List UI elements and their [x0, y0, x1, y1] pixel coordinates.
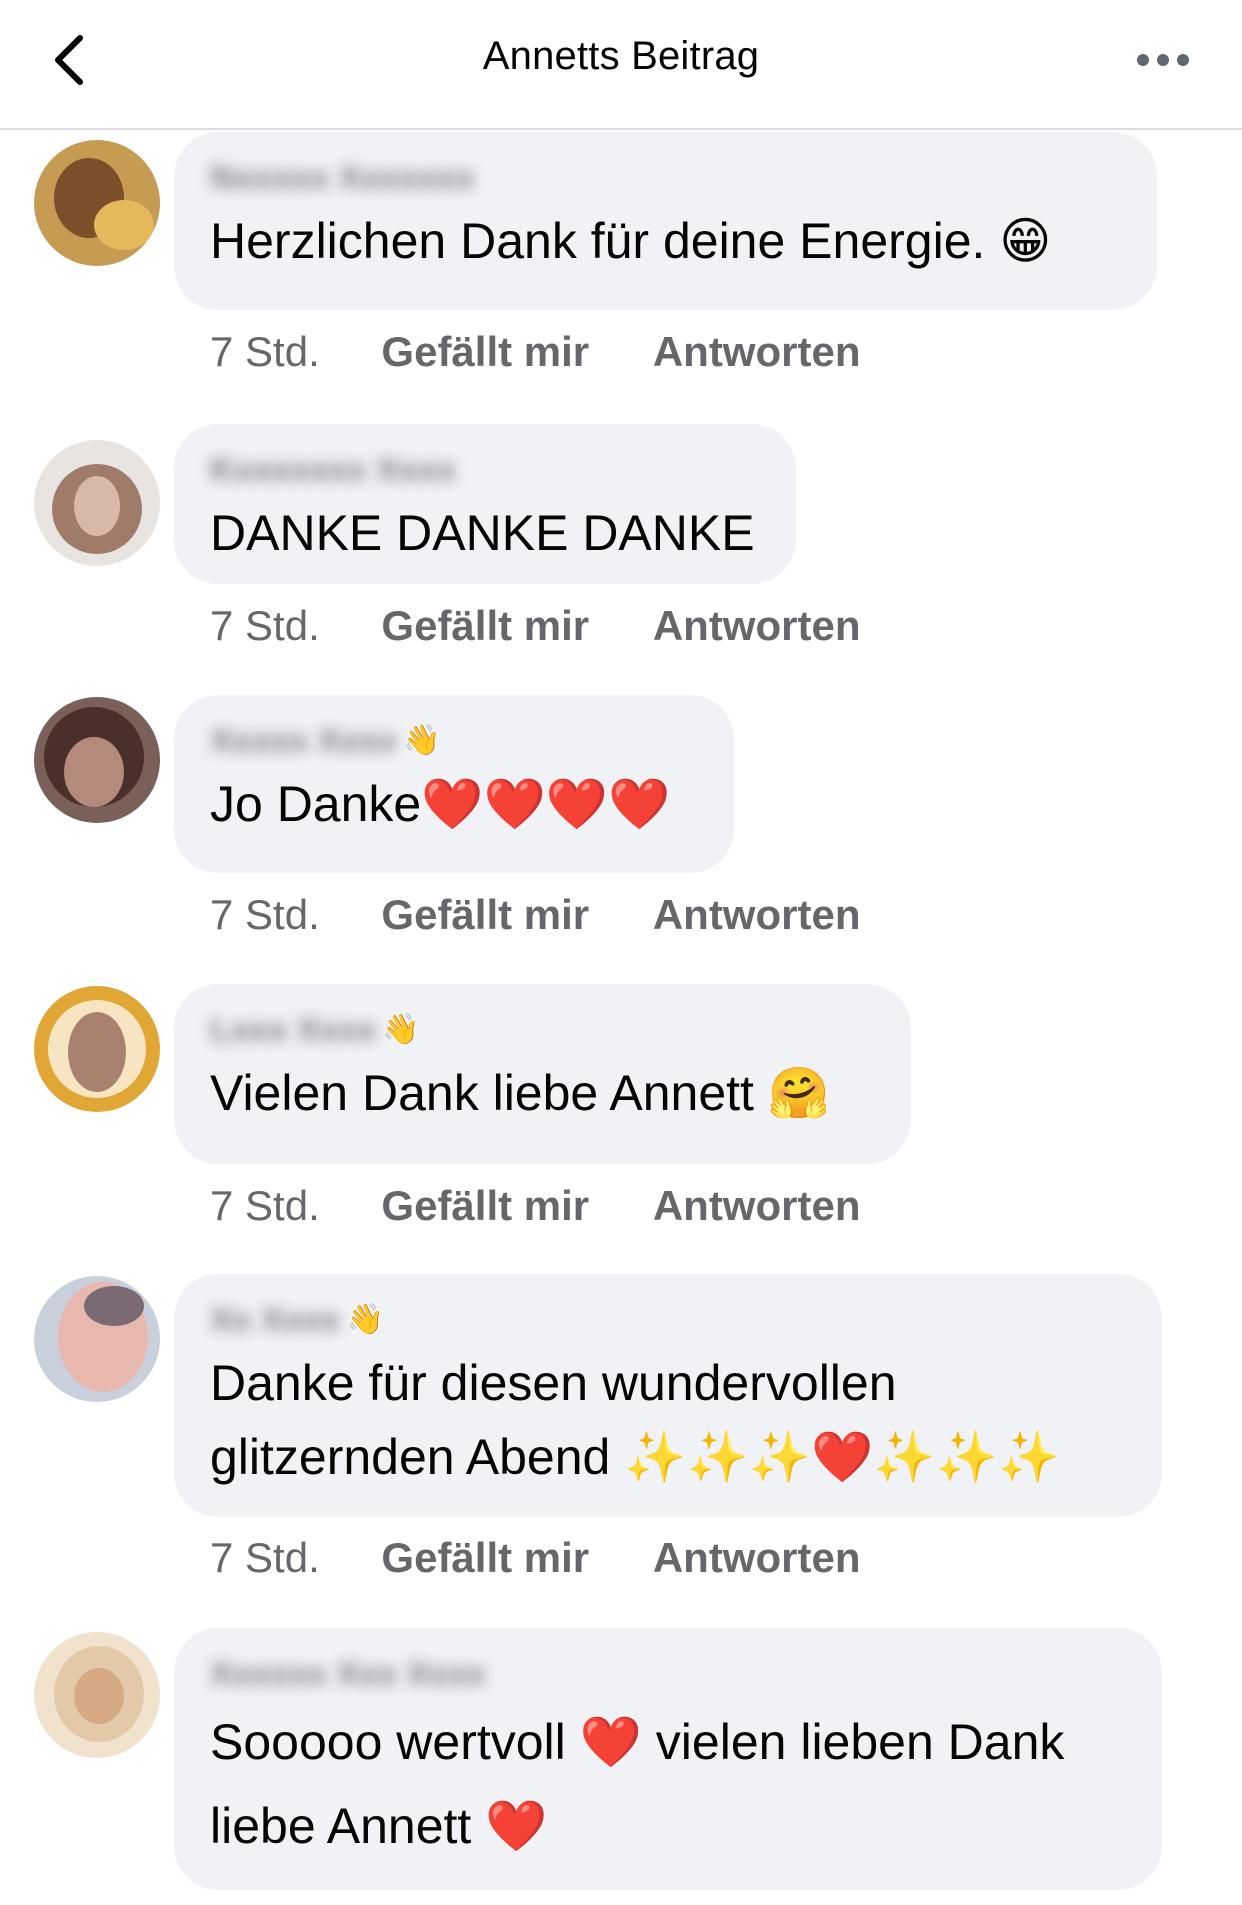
comment-bubble: Nxxxxx Xxxxxxx Herzlichen Dank für deine… — [174, 132, 1157, 310]
comment-actions: 7 Std. Gefällt mir Antworten — [210, 596, 860, 656]
author-name[interactable]: Nxxxxx Xxxxxxx — [210, 156, 475, 200]
waving-hand-icon: 👋 — [382, 1013, 420, 1046]
avatar[interactable] — [34, 1632, 160, 1758]
more-options-button[interactable] — [1128, 40, 1198, 80]
author-name[interactable]: Lxxx Xxxx — [210, 1008, 376, 1052]
comment-actions: 7 Std. Gefällt mir Antworten — [210, 322, 860, 382]
avatar[interactable] — [34, 440, 160, 566]
comment-bubble: Lxxx Xxxx 👋 Vielen Dank liebe Annett 🤗 — [174, 984, 911, 1164]
avatar[interactable] — [34, 140, 160, 266]
comment-text: Vielen Dank liebe Annett 🤗 — [210, 1065, 831, 1121]
more-dots-icon — [1137, 54, 1189, 66]
reply-link[interactable]: Antworten — [653, 1182, 861, 1229]
comment-bubble: Kxxxxxxx Xxxx DANKE DANKE DANKE — [174, 424, 796, 584]
waving-hand-icon: 👋 — [403, 724, 441, 757]
author-name[interactable]: Xxxxxx Xxx Xxxx — [210, 1652, 486, 1696]
page-title: Annetts Beitrag — [482, 34, 760, 78]
comment-bubble: Xxxxxx Xxx Xxxx Sooooo wertvoll ❤️ viele… — [174, 1628, 1162, 1890]
comment-actions: 7 Std. Gefällt mir Antworten — [210, 1528, 860, 1588]
comment-time[interactable]: 7 Std. — [210, 1534, 320, 1581]
comment-bubble: Xxxxx Xxxx 👋 Jo Danke❤️❤️❤️❤️ — [174, 695, 734, 873]
comment-time[interactable]: 7 Std. — [210, 891, 320, 938]
reply-link[interactable]: Antworten — [653, 1534, 861, 1581]
like-link[interactable]: Gefällt mir — [381, 1182, 589, 1229]
comment-time[interactable]: 7 Std. — [210, 328, 320, 375]
reply-link[interactable]: Antworten — [653, 328, 861, 375]
comment-actions: 7 Std. Gefällt mir Antworten — [210, 885, 860, 945]
comment-text: Herzlichen Dank für deine Energie. 😁 — [210, 213, 1052, 269]
comment-bubble: Xx Xxxx 👋 Danke für diesen wundervollen g… — [174, 1274, 1162, 1517]
like-link[interactable]: Gefällt mir — [381, 891, 589, 938]
like-link[interactable]: Gefällt mir — [381, 328, 589, 375]
like-link[interactable]: Gefällt mir — [381, 602, 589, 649]
comment-actions: 7 Std. Gefällt mir Antworten — [210, 1176, 860, 1236]
avatar[interactable] — [34, 697, 160, 823]
reply-link[interactable]: Antworten — [653, 891, 861, 938]
avatar[interactable] — [34, 986, 160, 1112]
author-name[interactable]: Xxxxx Xxxx — [210, 719, 397, 763]
comment-text: Sooooo wertvoll ❤️ vielen lieben Dank li… — [210, 1714, 1065, 1854]
waving-hand-icon: 👋 — [346, 1303, 384, 1336]
top-bar: Annetts Beitrag — [0, 0, 1242, 130]
comment-time[interactable]: 7 Std. — [210, 602, 320, 649]
author-name[interactable]: Kxxxxxxx Xxxx — [210, 448, 456, 492]
avatar[interactable] — [34, 1276, 160, 1402]
comment-time[interactable]: 7 Std. — [210, 1182, 320, 1229]
like-link[interactable]: Gefällt mir — [381, 1534, 589, 1581]
comment-text: DANKE DANKE DANKE — [210, 505, 755, 561]
reply-link[interactable]: Antworten — [653, 602, 861, 649]
comment-text: Danke für diesen wundervollen glitzernde… — [210, 1355, 1060, 1485]
author-name[interactable]: Xx Xxxx — [210, 1298, 340, 1342]
comment-text: Jo Danke❤️❤️❤️❤️ — [210, 776, 671, 832]
